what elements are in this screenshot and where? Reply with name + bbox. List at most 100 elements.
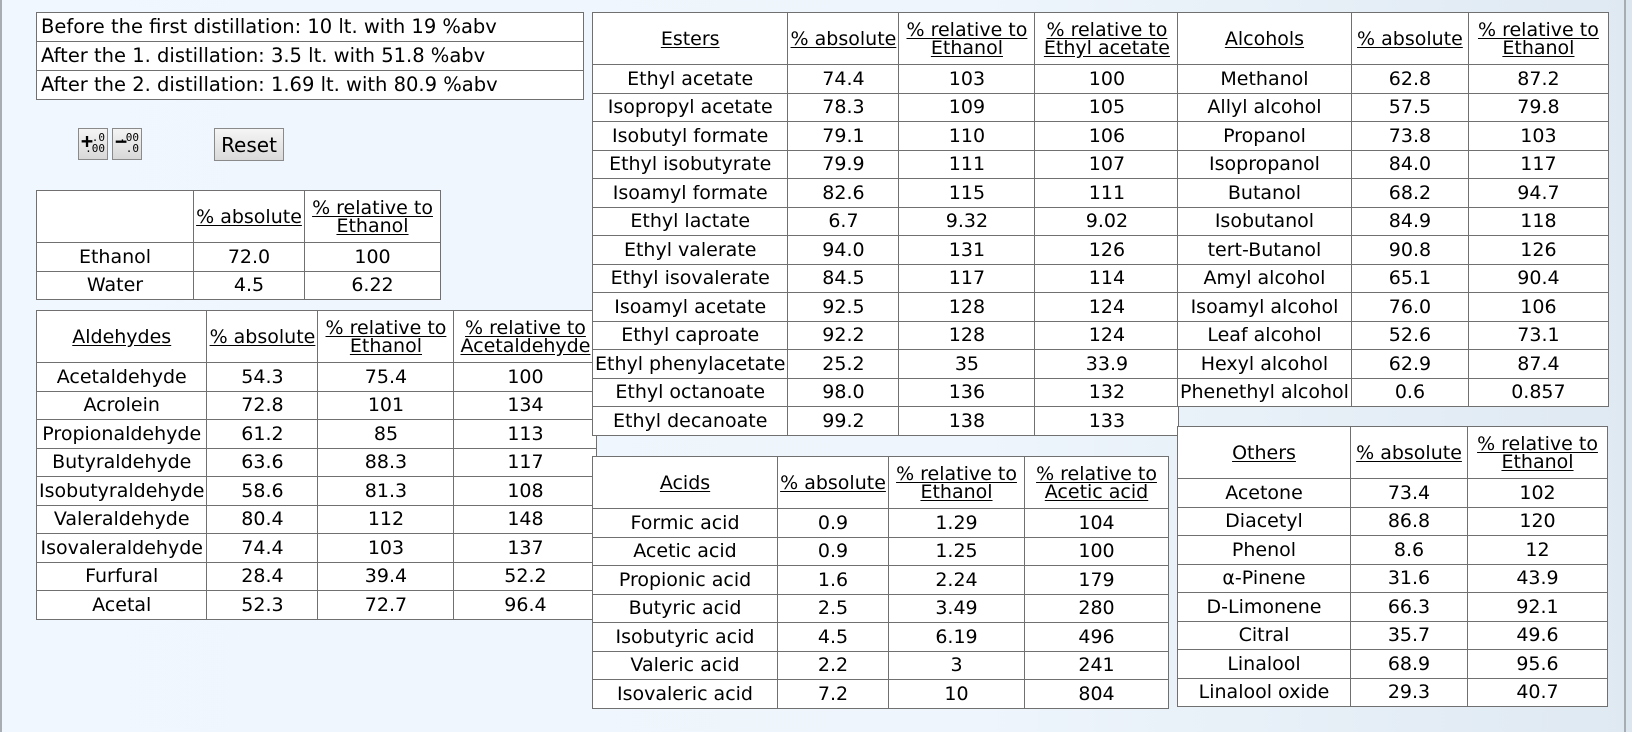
summary-row: After the 1. distillation: 3.5 lt. with … xyxy=(36,41,584,71)
table-row: Isoamyl formate 82.6 115 111 xyxy=(591,178,1180,208)
cell-absolute: 78.3 xyxy=(787,92,900,122)
cell-relative-reference: 132 xyxy=(1034,377,1180,407)
column-header-absolute[interactable]: % absolute xyxy=(1350,426,1468,479)
column-header-relative-ethanol[interactable]: % relative to Ethanol xyxy=(317,310,455,363)
cell-compound-name: Ethyl isobutyrate xyxy=(591,149,789,179)
column-header-absolute[interactable]: % absolute xyxy=(1350,12,1469,65)
window-edge xyxy=(1626,0,1632,732)
table-row: Butyric acid 2.5 3.49 280 xyxy=(592,593,1169,623)
cell-compound-name: Acetic acid xyxy=(592,536,778,566)
increase-decimals-button[interactable]: + .0 .00 xyxy=(78,128,108,160)
column-header-relative-reference[interactable]: % relative to Acetic acid xyxy=(1024,456,1169,509)
column-header-relative-ethanol[interactable]: % relative to Ethanol xyxy=(898,12,1036,65)
cell-relative-reference: 96.4 xyxy=(453,590,598,620)
cell-relative-ethanol: 39.4 xyxy=(317,561,455,591)
column-header-label: % absolute xyxy=(780,471,886,494)
cell-relative-ethanol: 12 xyxy=(1467,535,1608,565)
cell-relative-reference: 104 xyxy=(1024,508,1169,538)
cell-absolute: 57.5 xyxy=(1350,92,1469,122)
table-row: Propanol 73.8 103 xyxy=(1177,121,1609,151)
cell-relative-ethanol: 1.25 xyxy=(888,536,1025,566)
column-header-label: Aldehydes xyxy=(72,325,172,348)
cell-relative-ethanol: 2.24 xyxy=(888,565,1025,595)
cell-relative-ethanol: 109 xyxy=(898,92,1036,122)
cell-compound-name: Formic acid xyxy=(592,508,778,538)
table-row: Ethyl octanoate 98.0 136 132 xyxy=(591,377,1180,407)
column-header-absolute[interactable]: % absolute xyxy=(787,12,900,65)
table-row: Valeraldehyde 80.4 112 148 xyxy=(35,504,598,534)
column-header-absolute[interactable]: % absolute xyxy=(193,190,305,243)
column-header-name[interactable]: Esters xyxy=(591,12,789,65)
column-header-relative-ethanol[interactable]: % relative to Ethanol xyxy=(304,190,441,243)
cell-absolute: 79.1 xyxy=(787,121,900,151)
column-header-label: % absolute xyxy=(1357,27,1463,50)
cell-absolute: 63.6 xyxy=(206,447,319,477)
column-header-absolute[interactable]: % absolute xyxy=(777,456,889,509)
column-header-relative-ethanol[interactable]: % relative to Ethanol xyxy=(888,456,1025,509)
cell-absolute: 2.2 xyxy=(777,650,889,680)
cell-relative-reference: 107 xyxy=(1034,149,1180,179)
column-header-label: % relative to Acetaldehyde xyxy=(460,316,591,357)
cell-relative-ethanol: 138 xyxy=(898,406,1036,436)
cell-relative-ethanol: 75.4 xyxy=(317,362,455,392)
column-header-name[interactable]: Aldehydes xyxy=(35,310,208,363)
cell-compound-name: Ethyl caproate xyxy=(591,320,789,350)
cell-relative-reference: 804 xyxy=(1024,679,1169,709)
cell-compound-name: Phenethyl alcohol xyxy=(1177,377,1352,407)
cell-compound-name: Ethyl octanoate xyxy=(591,377,789,407)
table-row: Isovaleric acid 7.2 10 804 xyxy=(592,679,1169,709)
cell-compound-name: Ethyl phenylacetate xyxy=(591,349,789,379)
summary-after-first: After the 1. distillation: 3.5 lt. with … xyxy=(36,41,584,71)
column-header-name[interactable]: Alcohols xyxy=(1177,12,1352,65)
reset-button[interactable]: Reset xyxy=(214,128,284,161)
cell-relative-ethanol: 92.1 xyxy=(1467,592,1608,622)
cell-absolute: 92.5 xyxy=(787,292,900,322)
column-header-relative-reference[interactable]: % relative to Acetaldehyde xyxy=(453,310,598,363)
table-row: Isoamyl alcohol 76.0 106 xyxy=(1177,292,1609,322)
column-header-absolute[interactable]: % absolute xyxy=(206,310,319,363)
cell-compound-name: Acetaldehyde xyxy=(35,362,208,392)
column-header-label: % relative to Ethanol xyxy=(896,462,1017,503)
cell-compound-name: Isoamyl acetate xyxy=(591,292,789,322)
alcohols-table: Alcohols % absolute % relative to Ethanol… xyxy=(1177,12,1609,407)
summary-row: Before the first distillation: 10 lt. wi… xyxy=(36,12,584,42)
cell-compound-name: Linalool oxide xyxy=(1177,677,1351,707)
table-row: Isopropyl acetate 78.3 109 105 xyxy=(591,92,1180,122)
cell-relative-ethanol: 72.7 xyxy=(317,590,455,620)
others-table: Others % absolute % relative to Ethanol A… xyxy=(1177,426,1608,707)
column-header-label: % relative to Ethanol xyxy=(1477,432,1598,473)
cell-relative-ethanol: 9.32 xyxy=(898,206,1036,236)
cell-compound-name: Propanol xyxy=(1177,121,1352,151)
column-header-name[interactable]: Others xyxy=(1177,426,1351,479)
cell-relative-ethanol: 131 xyxy=(898,235,1036,265)
decrease-decimals-button[interactable]: − .00 .0 xyxy=(112,128,142,160)
table-row: Butanol 68.2 94.7 xyxy=(1177,178,1609,208)
cell-relative-reference: 108 xyxy=(453,476,598,506)
column-header-label: % absolute xyxy=(196,205,302,228)
cell-relative-ethanol: 100 xyxy=(304,242,441,272)
column-header-label: % relative to Acetic acid xyxy=(1036,462,1157,503)
table-row: Acetone 73.4 102 xyxy=(1177,478,1608,508)
cell-absolute: 7.2 xyxy=(777,679,889,709)
summary-after-second: After the 2. distillation: 1.69 lt. with… xyxy=(36,70,584,100)
cell-compound-name: Isobutyraldehyde xyxy=(35,476,208,506)
cell-relative-ethanol: 1.29 xyxy=(888,508,1025,538)
column-header-relative-ethanol[interactable]: % relative to Ethanol xyxy=(1467,12,1609,65)
cell-compound-name: Acrolein xyxy=(35,390,208,420)
column-header-relative-reference[interactable]: % relative to Ethyl acetate xyxy=(1034,12,1180,65)
cell-absolute: 80.4 xyxy=(206,504,319,534)
table-row: Acetal 52.3 72.7 96.4 xyxy=(35,590,598,620)
table-row: Butyraldehyde 63.6 88.3 117 xyxy=(35,447,598,477)
cell-absolute: 54.3 xyxy=(206,362,319,392)
cell-relative-reference: 114 xyxy=(1034,263,1180,293)
cell-relative-ethanol: 94.7 xyxy=(1467,178,1609,208)
cell-relative-ethanol: 6.19 xyxy=(888,622,1025,652)
column-header-relative-ethanol[interactable]: % relative to Ethanol xyxy=(1467,426,1608,479)
cell-relative-reference: 148 xyxy=(453,504,598,534)
cell-absolute: 98.0 xyxy=(787,377,900,407)
column-header-name[interactable]: Acids xyxy=(592,456,778,509)
cell-absolute: 99.2 xyxy=(787,406,900,436)
cell-absolute: 4.5 xyxy=(193,270,305,300)
cell-relative-reference: 9.02 xyxy=(1034,206,1180,236)
cell-relative-ethanol: 103 xyxy=(1467,121,1609,151)
